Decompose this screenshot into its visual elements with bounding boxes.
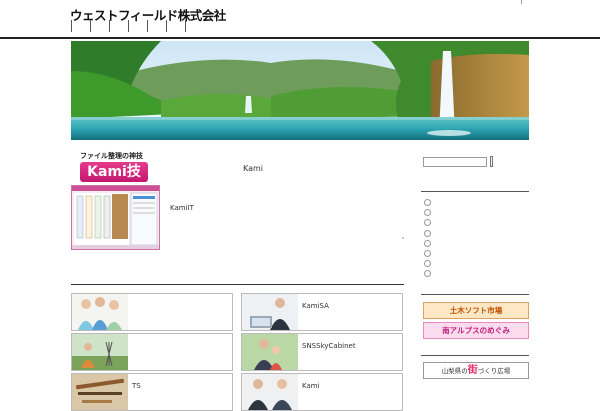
product-card[interactable]: KamiSA [241, 293, 403, 331]
minami-alps-banner[interactable]: 南アルプスのめぐみ [423, 322, 529, 339]
yamanashi-machizukuri-banner[interactable]: 山梨県の街づくり広場 [423, 362, 529, 379]
outdoor-survey-photo [72, 334, 128, 370]
banner-text-pre: 山梨県の [441, 367, 468, 375]
header-divider [0, 37, 600, 39]
nav-item-5[interactable] [147, 20, 148, 32]
staff-group-photo [72, 294, 128, 330]
banner-text-post: づくり広場 [477, 367, 511, 375]
top-mark [521, 0, 522, 4]
nav-item-7[interactable] [185, 20, 186, 32]
logo-tagline: ファイル整理の神技 [80, 152, 143, 160]
sidebar-item[interactable] [424, 240, 431, 247]
product-card[interactable] [71, 293, 233, 331]
section-heading: Kami [243, 164, 264, 173]
product-card[interactable] [71, 333, 233, 371]
card-label: KamiSA [302, 302, 329, 310]
product-card[interactable]: SNSSkyCabinet [241, 333, 403, 371]
nav-item-3[interactable] [109, 20, 110, 32]
nav-item-4[interactable] [128, 20, 129, 32]
search-input[interactable] [423, 157, 487, 167]
sidebar-item[interactable] [424, 250, 431, 257]
hero-banner-image [71, 41, 529, 140]
doboku-soft-market-banner[interactable]: 土木ソフト市場 [423, 302, 529, 319]
logo-name: Kami技 [80, 162, 148, 182]
search-button[interactable] [490, 156, 493, 167]
banner-text-machi: 街 [467, 365, 478, 376]
card-label: TS [132, 382, 141, 390]
sidebar-divider [421, 294, 529, 295]
survey-tools-photo [72, 374, 128, 410]
businessman-laptop-photo [242, 294, 298, 330]
nav-item-1[interactable] [71, 20, 72, 32]
nav-item-6[interactable] [166, 20, 167, 32]
sidebar-divider [421, 191, 529, 192]
business-meeting-photo [242, 374, 298, 410]
sidebar-item[interactable] [424, 230, 431, 237]
card-label: SNSSkyCabinet [302, 342, 356, 350]
sidebar-item[interactable] [424, 199, 431, 206]
sidebar-item[interactable] [424, 260, 431, 267]
product-label[interactable]: KamiIT [170, 204, 194, 212]
sidebar-item[interactable] [424, 209, 431, 216]
software-screenshot-image[interactable] [71, 185, 160, 250]
nav-item-2[interactable] [90, 20, 91, 32]
family-photo [242, 334, 298, 370]
sidebar-item[interactable] [424, 270, 431, 277]
sidebar-divider [421, 355, 529, 356]
product-card[interactable]: TS [71, 373, 233, 411]
content-divider [71, 284, 404, 285]
kami-waza-logo[interactable]: ファイル整理の神技 Kami技 [80, 151, 150, 184]
decorative-dot [402, 237, 404, 239]
sidebar-item[interactable] [424, 219, 431, 226]
card-label: Kami [302, 382, 320, 390]
product-card[interactable]: Kami [241, 373, 403, 411]
